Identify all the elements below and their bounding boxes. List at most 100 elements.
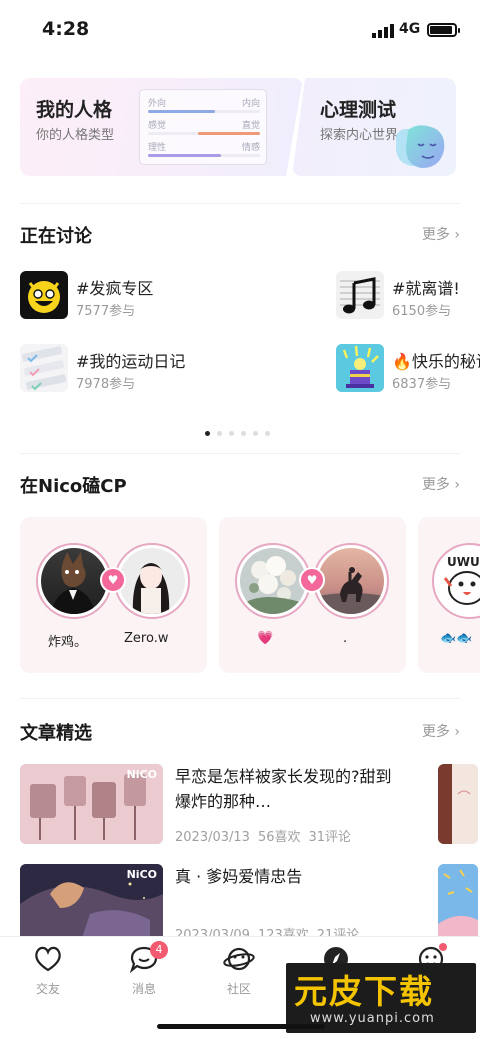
notification-dot	[439, 943, 447, 951]
cp-card[interactable]: ♥ 💗 .	[219, 517, 406, 673]
tab-label: 消息	[131, 982, 156, 996]
trait-right-label: 直觉	[241, 121, 260, 131]
personality-subtitle: 你的人格类型	[36, 128, 115, 143]
psych-test-card[interactable]: 心理测试 探索内心世界	[292, 78, 456, 176]
topic-name: #就离谱!	[392, 279, 460, 298]
chevron-right-icon: ›	[454, 477, 460, 493]
tab-messages[interactable]: 4 消息	[114, 941, 174, 997]
cp-card[interactable]: ♥ 炸鸡。 Zero.w	[20, 517, 207, 673]
topic-item[interactable]: #我的运动日记 7978参与	[20, 344, 320, 396]
articles-title: 文章精选	[20, 723, 92, 744]
more-label: 更多	[421, 724, 450, 740]
trait-fill	[148, 154, 221, 157]
watermark: 元皮下载 www.yuanpi.com	[286, 963, 476, 1033]
topic-count: 7577参与	[76, 304, 136, 319]
cp-name-a: 🐟🐟	[440, 631, 473, 646]
trait-left-label: 理性	[148, 143, 167, 153]
topic-name: #我的运动日记	[76, 352, 186, 371]
article-thumbnail-next	[438, 764, 478, 844]
psych-title: 心理测试	[320, 99, 397, 121]
cp-card[interactable]: UWU 🐟🐟	[418, 517, 480, 673]
cp-title: 在Nico磕CP	[20, 476, 127, 497]
svg-text:UWU: UWU	[447, 555, 480, 569]
article-title: 早恋是怎样被家长发现的?甜到爆炸的那种…	[175, 767, 392, 811]
trait-right-label: 情感	[241, 143, 260, 153]
topic-count: 6837参与	[392, 377, 452, 392]
topic-count: 7978参与	[76, 377, 136, 392]
page-dot	[253, 431, 258, 436]
article-logo: NiCO	[126, 868, 157, 881]
avatar: UWU	[432, 543, 480, 619]
watermark-text: 元皮下载	[294, 972, 434, 1011]
page-dot	[217, 431, 222, 436]
trait-panel: 外向 内向 感觉 直觉 理性 情感	[139, 89, 267, 165]
article-item[interactable]: NiCO 早恋是怎样被家长发现的?甜到爆炸的那种… 2023/03/13 56喜欢…	[20, 764, 478, 848]
divider	[20, 453, 460, 454]
topic-name: 🔥快乐的秘诀	[392, 352, 480, 371]
trait-bar	[148, 110, 260, 113]
discuss-more-link[interactable]: 更多 ›	[422, 224, 460, 244]
trait-left-label: 感觉	[148, 121, 167, 131]
magic-hat-icon	[336, 344, 384, 392]
watermark-url: www.yuanpi.com	[310, 1011, 435, 1026]
more-label: 更多	[421, 477, 450, 493]
topic-name: #发疯专区	[76, 279, 154, 298]
tab-label: 交友	[35, 982, 60, 996]
page-dot	[265, 431, 270, 436]
status-bar: 4:28 4G	[0, 0, 480, 60]
message-badge: 4	[150, 941, 168, 959]
trait-bar	[148, 132, 260, 135]
article-title: 真 · 爹妈爱情忠告	[175, 867, 303, 886]
divider	[20, 203, 460, 204]
article-likes: 56喜欢	[257, 830, 301, 845]
articles-more-link[interactable]: 更多 ›	[422, 721, 460, 741]
trait-bar	[148, 154, 260, 157]
crazy-emoji-icon	[20, 271, 68, 319]
tab-label: 社区	[226, 982, 251, 996]
article-thumbnail: NiCO	[20, 864, 163, 944]
tab-friends[interactable]: 交友	[18, 945, 78, 997]
music-note-icon	[336, 271, 384, 319]
sport-diary-icon	[20, 344, 68, 392]
topic-count: 6150参与	[392, 304, 452, 319]
page-indicator	[205, 421, 277, 440]
trait-right-label: 内向	[241, 99, 260, 109]
status-time: 4:28	[42, 18, 90, 40]
cp-name-a: 炸鸡。	[48, 635, 88, 650]
trait-fill	[148, 110, 215, 113]
discuss-title: 正在讨论	[20, 226, 92, 247]
article-date: 2023/03/13	[175, 830, 250, 845]
psych-subtitle: 探索内心世界	[320, 128, 399, 143]
planet-icon	[223, 947, 255, 971]
battery-icon	[427, 23, 460, 37]
signal-icon	[372, 24, 394, 38]
page-dot	[229, 431, 234, 436]
heart-icon: ♥	[100, 567, 126, 593]
app-screen: 4:28 4G 我的人格 你的人格类型 外向 内向 感觉 直觉 理性 情感 心理…	[0, 0, 480, 1039]
cp-more-link[interactable]: 更多 ›	[422, 474, 460, 494]
article-meta: 2023/03/13 56喜欢 31评论	[175, 826, 359, 845]
chevron-right-icon: ›	[454, 227, 460, 243]
mask-icon	[396, 125, 445, 168]
trait-left-label: 外向	[148, 99, 167, 109]
heart-outline-icon	[35, 946, 61, 972]
page-dot	[205, 431, 210, 436]
page-dot	[241, 431, 246, 436]
more-label: 更多	[421, 227, 450, 243]
topic-item[interactable]: #发疯专区 7577参与	[20, 271, 320, 323]
heart-icon: ♥	[299, 567, 325, 593]
topic-item[interactable]: 🔥快乐的秘诀 6837参与	[336, 344, 480, 396]
personality-card[interactable]: 我的人格 你的人格类型 外向 内向 感觉 直觉 理性 情感	[20, 78, 303, 176]
article-comments: 31评论	[308, 830, 352, 845]
cp-name-b: Zero.w	[124, 631, 169, 646]
chevron-right-icon: ›	[454, 724, 460, 740]
article-item[interactable]: NiCO 真 · 爹妈爱情忠告 2023/03/09123喜欢21评论	[20, 864, 478, 944]
trait-fill	[198, 132, 260, 135]
article-logo: NiCO	[126, 768, 157, 781]
network-label: 4G	[399, 21, 421, 37]
home-indicator[interactable]	[157, 1024, 325, 1029]
topic-item[interactable]: #就离谱! 6150参与	[336, 271, 480, 323]
tab-community[interactable]: 社区	[209, 945, 269, 997]
cp-name-b: .	[343, 631, 348, 646]
personality-title: 我的人格	[36, 99, 113, 121]
